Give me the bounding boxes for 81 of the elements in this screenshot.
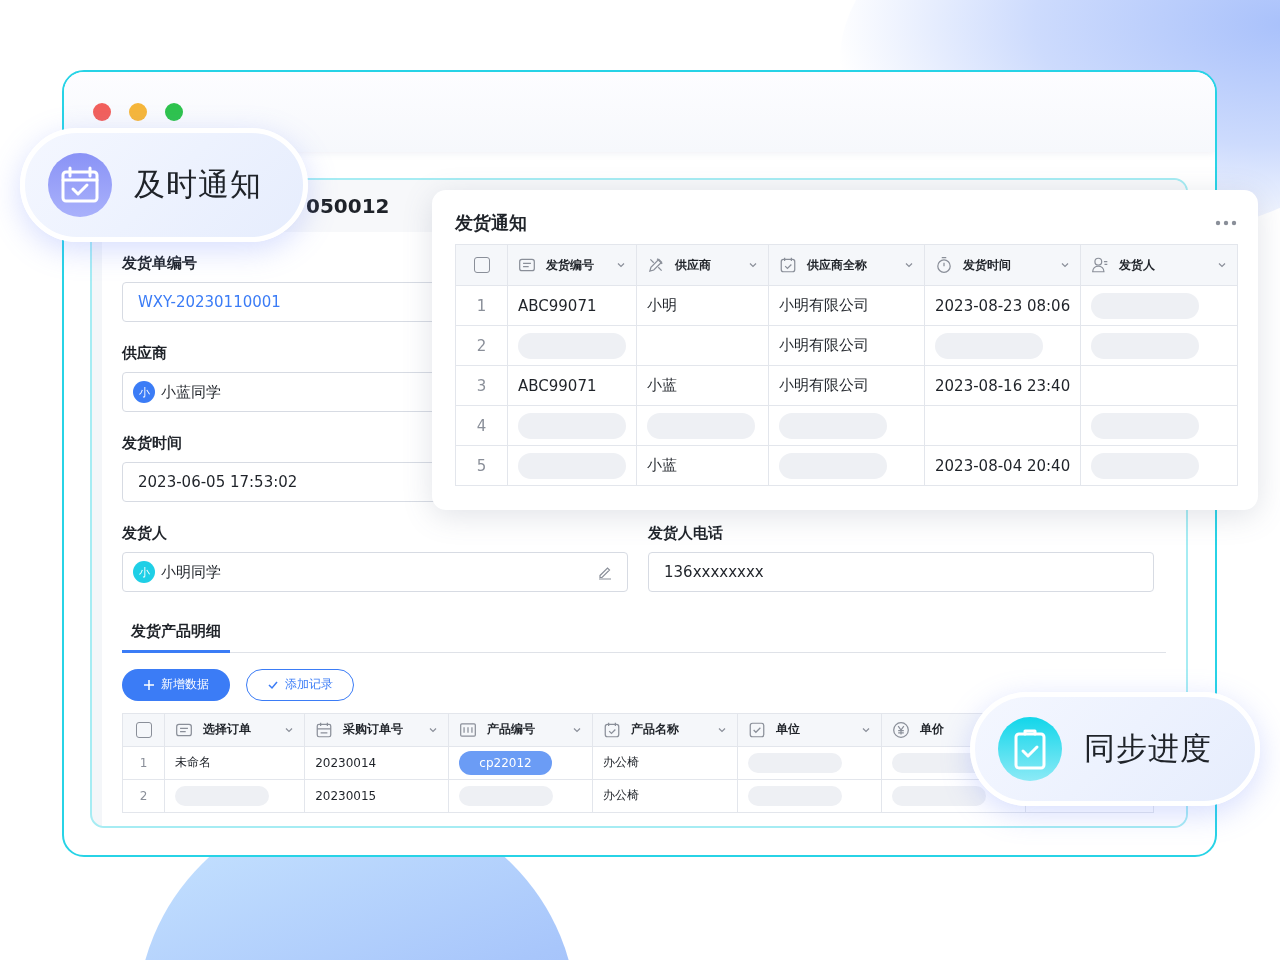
table-cell: 20230015 bbox=[304, 779, 449, 812]
column-label: 供应商全称 bbox=[807, 256, 867, 274]
tab[interactable]: 发货产品明细 bbox=[122, 612, 230, 653]
table-cell: 办公椅 bbox=[592, 746, 738, 779]
row-number: 5 bbox=[455, 445, 508, 486]
input-field[interactable]: 136xxxxxxxx bbox=[648, 552, 1154, 592]
calendar-check-icon bbox=[779, 256, 797, 274]
field-value: 136xxxxxxxx bbox=[663, 563, 764, 581]
chevron-down-icon[interactable] bbox=[616, 260, 626, 270]
checkbox-icon bbox=[747, 720, 766, 739]
close-dot-icon[interactable] bbox=[93, 103, 111, 121]
calendar-check-icon bbox=[48, 153, 112, 217]
row-number: 3 bbox=[455, 365, 508, 406]
table-cell: ABC99071 bbox=[507, 365, 637, 406]
table-cell: 小明有限公司 bbox=[768, 325, 925, 366]
calendar-check-icon bbox=[603, 720, 622, 739]
product-tag: cp22012 bbox=[459, 750, 552, 775]
field-value: 小蓝同学 bbox=[161, 382, 221, 402]
field-value: 小明同学 bbox=[161, 562, 221, 582]
table-cell: 小蓝 bbox=[636, 445, 769, 486]
field-label: 发货人 bbox=[122, 523, 167, 544]
table-cell: 小明有限公司 bbox=[768, 365, 925, 406]
table-cell: 2023-08-04 20:40 bbox=[924, 445, 1081, 486]
minimize-dot-icon[interactable] bbox=[129, 103, 147, 121]
field-label: 发货时间 bbox=[122, 433, 182, 454]
column-label: 采购订单号 bbox=[343, 721, 404, 738]
row-number: 1 bbox=[122, 746, 165, 779]
row-number: 2 bbox=[122, 779, 165, 812]
table-cell: 2023-08-16 23:40 bbox=[924, 365, 1081, 406]
chevron-down-icon[interactable] bbox=[748, 260, 758, 270]
column-label: 单位 bbox=[775, 721, 800, 738]
table-cell: ABC99071 bbox=[507, 285, 637, 326]
feature-label: 及时通知 bbox=[134, 165, 262, 204]
column-label: 发货时间 bbox=[963, 256, 1011, 274]
pencil-ruler-icon bbox=[647, 256, 665, 274]
column-label: 产品编号 bbox=[487, 721, 536, 738]
stopwatch-icon bbox=[935, 256, 953, 274]
maximize-dot-icon[interactable] bbox=[165, 103, 183, 121]
table-cell: 办公椅 bbox=[592, 779, 738, 812]
table-cell: 20230014 bbox=[304, 746, 449, 779]
number-box-icon bbox=[459, 720, 478, 739]
table-cell: 2023-08-23 08:06 bbox=[924, 285, 1081, 326]
add-record-button[interactable]: 添加记录 bbox=[246, 668, 354, 701]
select-all-checkbox[interactable] bbox=[135, 721, 152, 738]
field-label: 发货单编号 bbox=[122, 253, 197, 274]
column-label: 供应商 bbox=[675, 256, 711, 274]
pencil-icon[interactable] bbox=[597, 564, 613, 580]
table-cell: 小蓝 bbox=[636, 365, 769, 406]
input-field[interactable]: 小 小明同学 bbox=[122, 552, 628, 592]
field-label: 供应商 bbox=[122, 343, 167, 364]
column-label: 发货编号 bbox=[546, 256, 594, 274]
more-icon[interactable] bbox=[1215, 220, 1237, 226]
card-title: 发货通知 bbox=[455, 211, 527, 235]
plus-icon bbox=[143, 678, 155, 691]
chevron-down-icon[interactable] bbox=[904, 260, 914, 270]
table-cell: 小明有限公司 bbox=[768, 285, 925, 326]
user-avatar: 小 bbox=[133, 381, 155, 403]
table-cell: 小明 bbox=[636, 285, 769, 326]
form-title: 050012 bbox=[306, 194, 390, 218]
field-value: WXY-20230110001 bbox=[137, 293, 281, 311]
row-number: 4 bbox=[455, 405, 508, 446]
field-value: 2023-06-05 17:53:02 bbox=[137, 473, 298, 491]
field-label: 发货人电话 bbox=[648, 523, 723, 544]
row-number: 2 bbox=[455, 325, 508, 366]
select-all-checkbox[interactable] bbox=[473, 257, 490, 273]
chevron-down-icon[interactable] bbox=[1060, 260, 1070, 270]
number-field-icon bbox=[518, 256, 536, 274]
row-number: 1 bbox=[455, 285, 508, 326]
column-label: 产品名称 bbox=[631, 721, 680, 738]
column-label: 发货人 bbox=[1119, 256, 1155, 274]
column-label: 单价 bbox=[919, 721, 944, 738]
person-icon bbox=[1091, 256, 1109, 274]
yen-icon bbox=[891, 720, 910, 739]
add-data-button[interactable]: 新增数据 bbox=[122, 668, 230, 701]
clipboard-check-icon bbox=[998, 717, 1062, 781]
calendar-icon bbox=[315, 720, 334, 739]
column-label: 选择订单 bbox=[203, 721, 252, 738]
feature-label: 同步进度 bbox=[1084, 729, 1212, 768]
table-cell: 未命名 bbox=[164, 746, 305, 779]
user-avatar: 小 bbox=[133, 561, 155, 583]
chevron-down-icon[interactable] bbox=[1217, 260, 1227, 270]
